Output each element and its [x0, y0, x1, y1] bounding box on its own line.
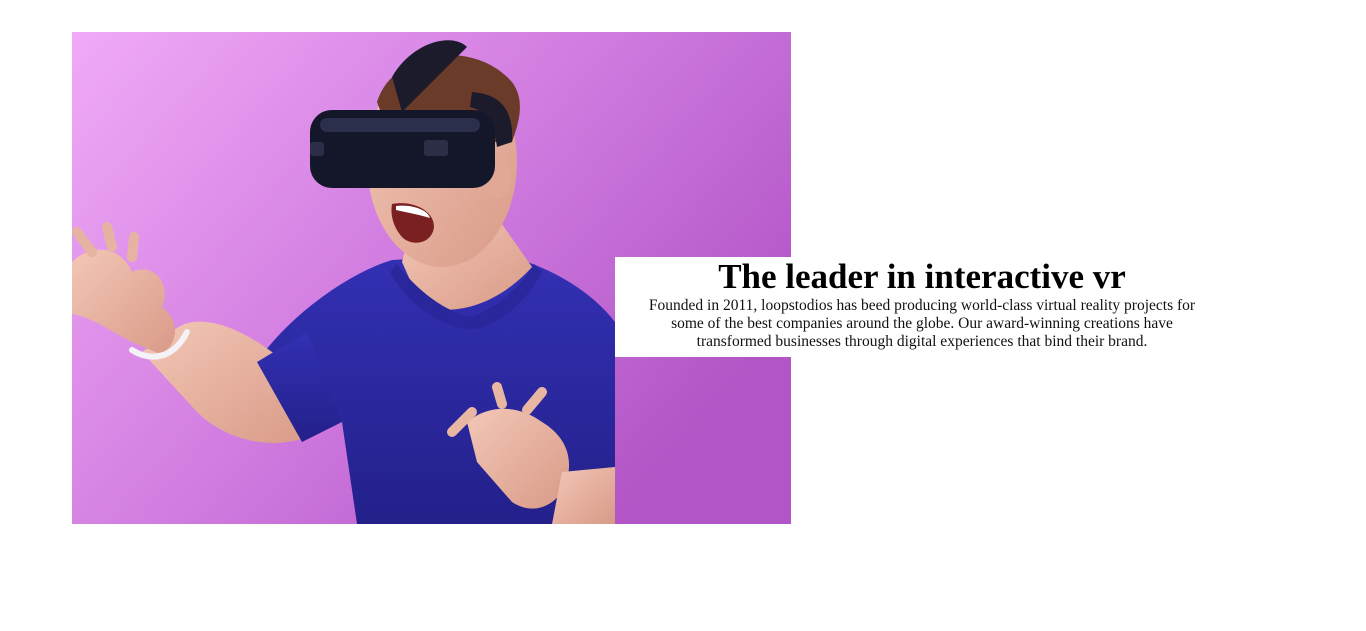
- intro-card: The leader in interactive vr Founded in …: [615, 257, 1229, 357]
- page: The leader in interactive vr Founded in …: [0, 0, 1366, 631]
- intro-heading: The leader in interactive vr: [718, 257, 1126, 296]
- intro-body: Founded in 2011, loopstodios has beed pr…: [648, 297, 1196, 350]
